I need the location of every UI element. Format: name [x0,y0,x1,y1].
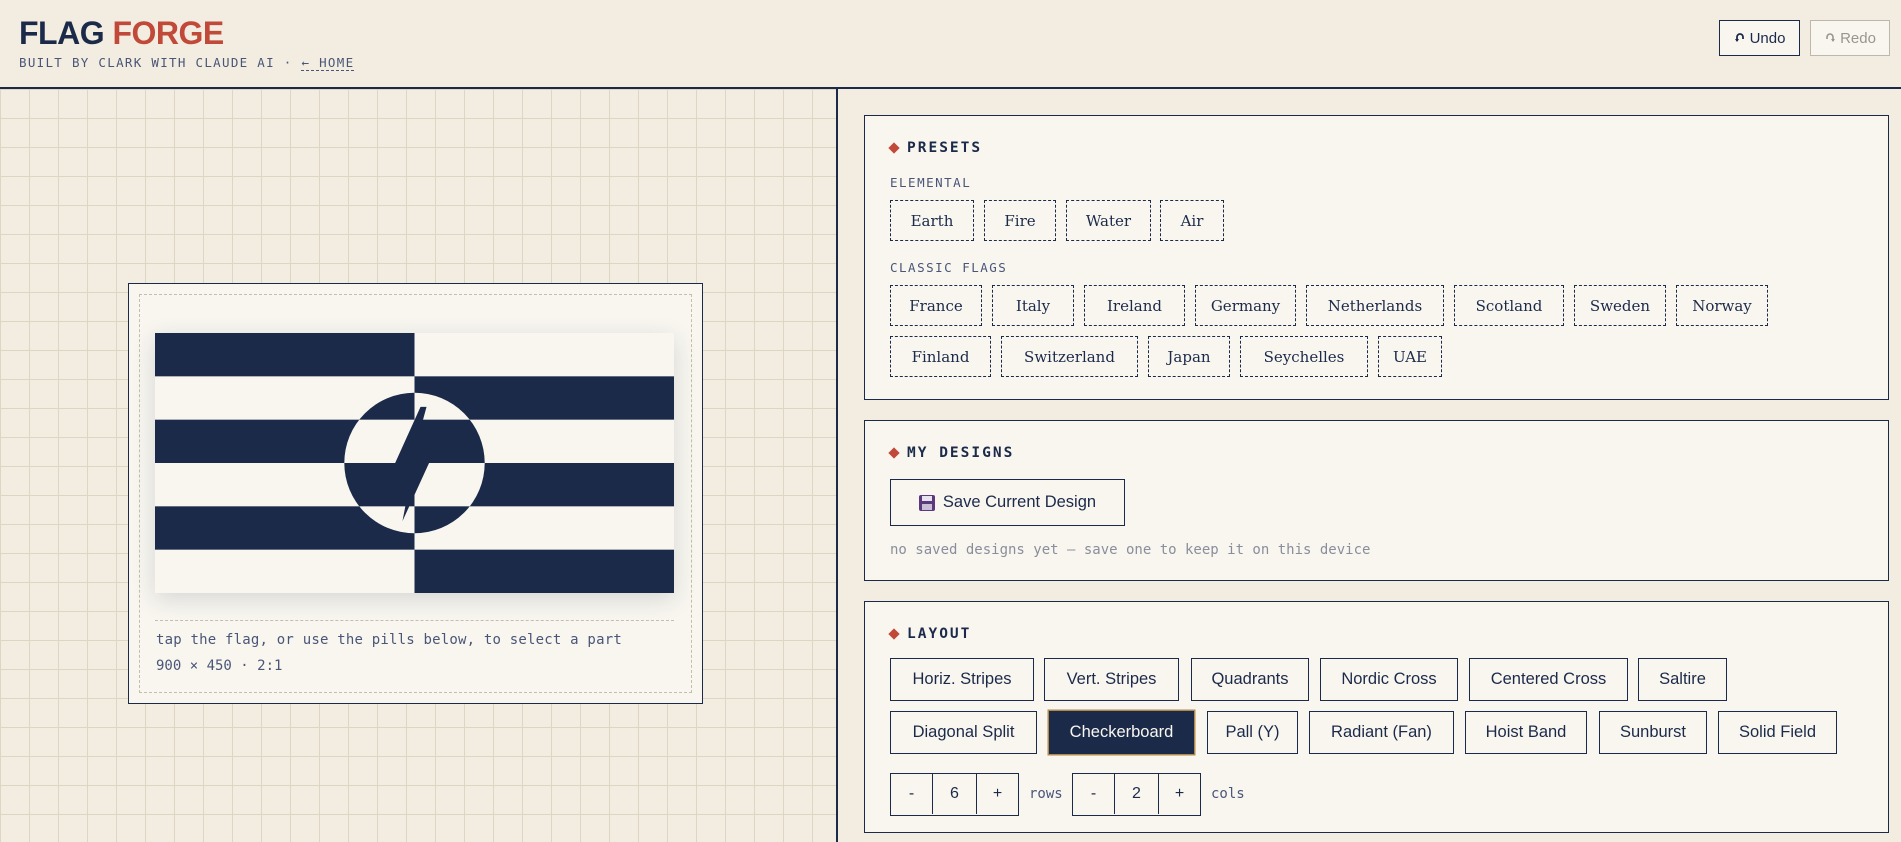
flag-dimensions: 900 × 450 · 2:1 [156,658,283,674]
layout-panel: LAYOUT Horiz. Stripes Vert. Stripes Quad… [864,601,1889,833]
preset-norway[interactable]: Norway [1676,285,1768,326]
layout-hoist-band[interactable]: Hoist Band [1465,711,1587,754]
layout-vert-stripes[interactable]: Vert. Stripes [1044,658,1179,701]
preset-switzerland[interactable]: Switzerland [1001,336,1138,377]
rows-stepper: - 6 + [890,773,1019,816]
flag-cell[interactable] [414,333,675,377]
flag-cell[interactable] [414,549,675,593]
undo-label: Undo [1749,29,1786,47]
diamond-icon [888,142,900,154]
home-link[interactable]: ← HOME [301,55,355,71]
layout-quadrants[interactable]: Quadrants [1191,658,1309,701]
preset-seychelles[interactable]: Seychelles [1240,336,1368,377]
layout-pall-y[interactable]: Pall (Y) [1207,711,1298,754]
layout-solid-field[interactable]: Solid Field [1718,711,1837,754]
presets-title: PRESETS [888,140,983,156]
cols-increment-button[interactable]: + [1159,774,1200,814]
app-header: FLAG FORGE BUILT BY CLARK WITH CLAUDE AI… [0,0,1901,89]
flag-preview[interactable] [155,333,674,593]
floppy-disk-icon [918,494,935,511]
redo-arrow-icon [1826,33,1836,42]
layout-radiant-fan[interactable]: Radiant (Fan) [1309,711,1454,754]
cols-label: cols [1211,786,1245,802]
rows-decrement-button[interactable]: - [891,774,932,814]
card-separator [155,620,674,621]
save-design-label: Save Current Design [942,493,1097,511]
app-title: FLAG FORGE [19,15,224,51]
preset-uae[interactable]: UAE [1378,336,1442,377]
preset-germany[interactable]: Germany [1195,285,1296,326]
rows-value[interactable]: 6 [932,774,977,814]
preset-japan[interactable]: Japan [1148,336,1230,377]
preset-fire[interactable]: Fire [984,200,1056,241]
diamond-icon [888,628,900,640]
preset-italy[interactable]: Italy [992,285,1074,326]
cols-value[interactable]: 2 [1114,774,1159,814]
preset-france[interactable]: France [890,285,982,326]
layout-title-text: LAYOUT [907,626,972,642]
layout-sunburst[interactable]: Sunburst [1599,711,1707,754]
preset-earth[interactable]: Earth [890,200,974,241]
presets-panel: PRESETS ELEMENTAL Earth Fire Water Air C… [864,115,1889,400]
empty-designs-note: no saved designs yet — save one to keep … [890,542,1371,558]
my-designs-panel: MY DESIGNS Save Current Design no saved … [864,420,1889,581]
layout-diagonal-split[interactable]: Diagonal Split [890,711,1037,754]
presets-title-text: PRESETS [907,140,983,156]
layout-horiz-stripes[interactable]: Horiz. Stripes [890,658,1034,701]
app-title-part-2: FORGE [112,15,224,51]
my-designs-title: MY DESIGNS [888,445,1015,461]
preset-air[interactable]: Air [1160,200,1224,241]
save-design-button[interactable]: Save Current Design [890,479,1125,526]
layout-saltire[interactable]: Saltire [1638,658,1727,701]
undo-button[interactable]: Undo [1719,20,1800,56]
classic-flags-label: CLASSIC FLAGS [890,260,1008,275]
layout-centered-cross[interactable]: Centered Cross [1469,658,1628,701]
panel-divider [836,89,838,842]
preset-ireland[interactable]: Ireland [1084,285,1185,326]
diamond-icon [888,447,900,459]
app-title-part-1: FLAG [19,15,105,51]
layout-checkerboard[interactable]: Checkerboard [1049,711,1194,754]
rows-label: rows [1029,786,1063,802]
undo-arrow-icon [1734,33,1744,42]
my-designs-title-text: MY DESIGNS [907,445,1015,461]
layout-nordic-cross[interactable]: Nordic Cross [1320,658,1458,701]
redo-label: Redo [1840,29,1876,47]
elemental-label: ELEMENTAL [890,175,972,190]
cols-decrement-button[interactable]: - [1073,774,1114,814]
redo-button[interactable]: Redo [1810,20,1890,56]
preset-scotland[interactable]: Scotland [1454,285,1564,326]
layout-title: LAYOUT [888,626,972,642]
byline: BUILT BY CLARK WITH CLAUDE AI · ← HOME [19,55,355,71]
flag-cell[interactable] [155,549,415,593]
cols-stepper: - 2 + [1072,773,1201,816]
canvas-hint: tap the flag, or use the pills below, to… [156,632,622,648]
preset-finland[interactable]: Finland [890,336,991,377]
flag-svg[interactable] [155,333,674,593]
preset-netherlands[interactable]: Netherlands [1306,285,1444,326]
rows-increment-button[interactable]: + [977,774,1018,814]
byline-text: BUILT BY CLARK WITH CLAUDE AI · [19,55,293,70]
flag-cell[interactable] [155,333,415,377]
preset-water[interactable]: Water [1066,200,1151,241]
preset-sweden[interactable]: Sweden [1574,285,1666,326]
